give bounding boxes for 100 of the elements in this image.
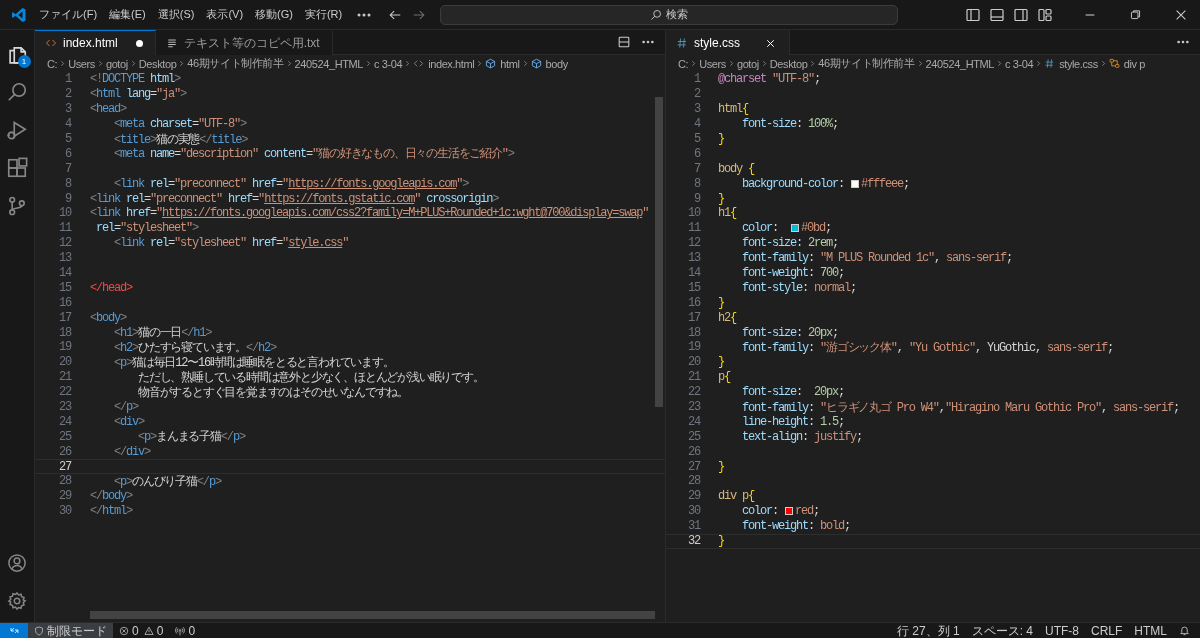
extensions-icon[interactable] [6, 157, 28, 179]
search-icon[interactable] [6, 81, 28, 103]
settings-icon[interactable] [7, 591, 27, 611]
hash-icon [1044, 58, 1056, 69]
breadcrumb-item[interactable]: gotoj [736, 57, 759, 70]
code-text: <head> [90, 102, 127, 117]
line-number: 13 [58, 251, 71, 266]
status-item[interactable]: 行 27、列 1 [890, 623, 966, 638]
line-number: 28 [687, 474, 700, 489]
layout-icon[interactable] [1037, 6, 1053, 23]
breadcrumb-item[interactable]: Users [699, 57, 726, 70]
code-text: <p>のんびり子猫</p> [113, 474, 221, 490]
code-text: } [718, 355, 724, 370]
editor-tab[interactable]: style.css [666, 30, 790, 55]
app-logo-icon [11, 6, 27, 23]
code-icon [413, 58, 425, 69]
breadcrumb-item[interactable]: c 3-04 [1005, 57, 1034, 70]
breadcrumb-item[interactable]: 240524_HTML [294, 57, 363, 70]
breadcrumb-item[interactable]: gotoj [105, 57, 128, 70]
line-number: 23 [687, 400, 700, 415]
count-badge: 1 [17, 55, 31, 68]
tab-label: テキスト等のコピペ用.txt [183, 34, 320, 52]
line-number: 26 [687, 444, 700, 459]
line-number: 30 [58, 504, 71, 519]
line-number: 30 [687, 504, 700, 519]
menu-item[interactable]: 選択(S) [151, 4, 201, 25]
code-text: font-size: 20px; [741, 325, 839, 340]
line-number: 18 [58, 325, 71, 340]
split-editor-icon[interactable] [617, 35, 631, 49]
line-number: 2 [693, 87, 700, 102]
code-text: 物音がするとすぐ目を覚ますのはそのせいなんですね。 [137, 384, 408, 401]
tab-label: index.html [63, 36, 118, 50]
breadcrumb-item[interactable]: style.css [1044, 57, 1098, 70]
color-swatch[interactable] [791, 224, 800, 233]
code-text: font-size: 20px; [741, 385, 845, 400]
breadcrumb-item[interactable]: Desktop [138, 57, 177, 70]
menu-item[interactable]: 編集(E) [103, 4, 152, 25]
code-text: } [718, 295, 724, 310]
color-swatch[interactable] [785, 507, 794, 516]
code-text: rel="stylesheet"> [95, 221, 199, 236]
line-number: 11 [58, 221, 71, 236]
status-item[interactable]: スペース: 4 [965, 623, 1039, 638]
scrollbar-thumb[interactable] [90, 611, 655, 619]
breadcrumb-item[interactable]: C: [47, 57, 58, 70]
line-number: 22 [58, 385, 71, 400]
breadcrumb-item[interactable]: html [485, 57, 520, 70]
code-text: p{ [718, 370, 731, 385]
line-number: 20 [687, 355, 700, 370]
code-text: <link rel="preconnect" href="https://fonts.googleapis.com"> [113, 176, 469, 191]
status-item[interactable]: CRLF [1085, 623, 1129, 638]
breadcrumb-item[interactable]: c 3-04 [374, 57, 403, 70]
line-number: 9 [64, 191, 71, 206]
code-text: color: [741, 504, 780, 519]
code-text: <html lang="ja"> [90, 87, 187, 102]
line-number: 31 [687, 519, 700, 534]
code-text: <title>猫の実態</title> [113, 131, 248, 148]
breadcrumb-item[interactable]: C: [678, 57, 689, 70]
ports-button[interactable]: 0 [169, 623, 202, 638]
code-text: html{ [718, 102, 749, 117]
restricted-mode-button[interactable]: 制限モード [28, 623, 113, 638]
line-number: 3 [64, 102, 71, 117]
breadcrumb-item[interactable]: index.html [413, 57, 475, 70]
status-item[interactable]: UTF-8 [1039, 623, 1085, 638]
breadcrumb-item[interactable]: div p [1108, 57, 1145, 70]
menu-item[interactable]: ファイル(F) [33, 4, 104, 25]
editor-tab[interactable]: index.html [35, 30, 156, 55]
menu-item[interactable]: 実行(R) [298, 4, 349, 25]
menu-item[interactable]: 移動(G) [249, 4, 299, 25]
run-debug-icon[interactable] [6, 119, 28, 141]
breadcrumb-item[interactable]: body [530, 57, 568, 70]
problems-button[interactable]: 0 0 [113, 623, 170, 638]
breadcrumb-item[interactable]: Users [68, 57, 95, 70]
code-text: line-height: 1.5; [741, 414, 845, 429]
breadcrumb-item[interactable]: 46期サイト制作前半 [818, 56, 915, 71]
restore-icon[interactable] [1129, 8, 1142, 21]
bell-icon [1179, 625, 1190, 636]
menu-item[interactable]: 表示(V) [200, 4, 250, 25]
code-text: </p> [113, 400, 139, 415]
panel-toggle-icon[interactable] [989, 6, 1005, 23]
status-item[interactable]: HTML [1128, 623, 1173, 638]
line-number: 9 [693, 191, 700, 206]
color-swatch[interactable] [851, 179, 860, 188]
code-text: background-color: [741, 176, 846, 191]
secondary-sidebar-icon[interactable] [1013, 6, 1029, 23]
breadcrumb-item[interactable]: Desktop [769, 57, 808, 70]
sidebar-toggle-icon[interactable] [965, 6, 981, 23]
scrollbar-thumb[interactable] [655, 97, 663, 407]
breadcrumb-item[interactable]: 240524_HTML [925, 57, 994, 70]
line-number: 2 [64, 87, 71, 102]
account-icon[interactable] [7, 553, 27, 573]
breadcrumb-item[interactable]: 46期サイト制作前半 [187, 56, 284, 71]
line-number: 17 [687, 310, 700, 325]
search-bar[interactable]: 検索 [440, 4, 899, 25]
editor-tab[interactable]: テキスト等のコピペ用.txt [155, 30, 333, 55]
line-number: 23 [58, 400, 71, 415]
line-number: 19 [687, 340, 700, 355]
code-text: <link href="https://fonts.googleapis.com/css2?family=M+PLUS+Rounded+1c:wght@700&display=swap" [90, 206, 649, 221]
branch-icon[interactable] [6, 195, 28, 217]
code-text: font-family: "游ゴシック体", "Yu Gothic", YuGothic, sans-serif; [741, 340, 1113, 356]
line-number: 19 [58, 340, 71, 355]
